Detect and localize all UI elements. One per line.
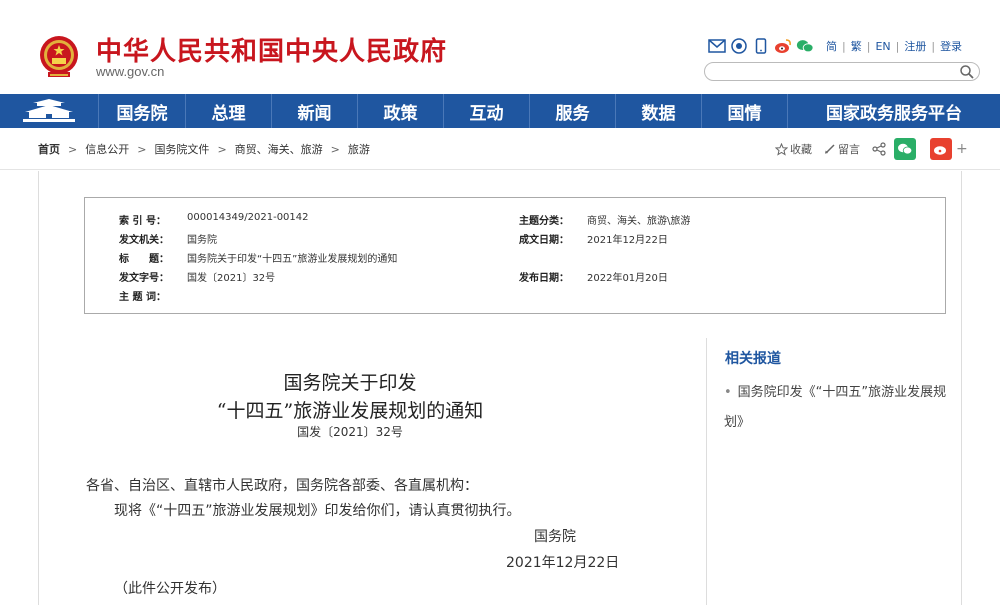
related-report-link[interactable]: • 国务院印发《“十四五”旅游业发展规划》 — [724, 378, 954, 438]
chevron-right-icon: > — [217, 142, 227, 156]
article-note: （此件公开发布） — [114, 581, 226, 597]
related-reports-title: 相关报道 — [725, 351, 781, 367]
tiananmen-icon[interactable] — [0, 94, 98, 128]
related-report-text[interactable]: 国务院印发《“十四五”旅游业发展规划》 — [724, 385, 946, 430]
meta-value: 国发〔2021〕32号 — [187, 273, 276, 284]
breadcrumb-council-documents[interactable]: 国务院文件 — [154, 141, 209, 157]
nav-item-national-info[interactable]: 国情 — [701, 94, 787, 128]
share-tools: 收藏 留言 + — [775, 138, 968, 160]
article-title-line1: 国务院关于印发 — [283, 372, 417, 394]
meta-title-row: 标 题： 国务院关于印发“十四五”旅游业发展规划的通知 — [119, 250, 397, 265]
weibo-share-button[interactable] — [930, 138, 952, 160]
meta-label: 发文机关： — [119, 235, 169, 246]
wechat-icon — [898, 143, 913, 155]
mail-icon[interactable] — [708, 38, 726, 54]
meta-label: 标 题： — [119, 254, 169, 265]
pencil-icon[interactable] — [824, 143, 836, 155]
login-link[interactable]: 登录 — [940, 38, 962, 54]
nav-item-data[interactable]: 数据 — [615, 94, 701, 128]
breadcrumb-bar: 首页 > 信息公开 > 国务院文件 > 商贸、海关、旅游 > 旅游 收藏 留言 … — [0, 128, 1000, 170]
article-signature: 国务院 — [534, 529, 576, 545]
more-share-icon[interactable]: + — [956, 141, 968, 157]
meta-keywords-row: 主 题 词： — [119, 288, 187, 303]
nav-item-services[interactable]: 服务 — [529, 94, 615, 128]
nav-item-premier[interactable]: 总理 — [185, 94, 271, 128]
article-body: 现将《“十四五”旅游业发展规划》印发给你们，请认真贯彻执行。 — [114, 503, 521, 519]
meta-label: 主题分类： — [519, 216, 569, 227]
app-icon[interactable] — [730, 38, 748, 54]
chevron-right-icon: > — [137, 142, 147, 156]
comment-label[interactable]: 留言 — [838, 141, 860, 157]
document-metadata: 索 引 号： 000014349/2021-00142 主题分类： 商贸、海关、… — [84, 197, 946, 314]
meta-label: 主 题 词： — [119, 292, 166, 303]
separator: | — [842, 39, 846, 53]
english-link[interactable]: EN — [875, 40, 890, 53]
site-title[interactable]: 中华人民共和国中央人民政府 — [96, 31, 447, 68]
nav-item-service-platform[interactable]: 国家政务服务平台 — [787, 94, 1000, 128]
chevron-right-icon: > — [330, 142, 340, 156]
meta-value: 000014349/2021-00142 — [187, 212, 309, 223]
nav-item-policy[interactable]: 政策 — [357, 94, 443, 128]
meta-value: 2021年12月22日 — [587, 235, 668, 246]
wechat-icon[interactable] — [796, 38, 814, 54]
meta-value: 2022年01月20日 — [587, 273, 668, 284]
weibo-icon[interactable] — [774, 38, 792, 54]
meta-label: 索 引 号： — [119, 216, 166, 227]
wechat-share-button[interactable] — [894, 138, 916, 160]
main-nav: 国务院 总理 新闻 政策 互动 服务 数据 国情 国家政务服务平台 — [0, 94, 1000, 128]
meta-docno-row: 发文字号： 国发〔2021〕32号 — [119, 269, 275, 284]
collect-label[interactable]: 收藏 — [790, 141, 812, 157]
meta-issuer-row: 发文机关： 国务院 — [119, 231, 217, 246]
article-doc-number: 国发〔2021〕32号 — [297, 425, 403, 439]
language-links: 简 | 繁 | EN | 注册 | 登录 — [826, 38, 962, 54]
separator: | — [866, 39, 871, 53]
meta-label: 成文日期： — [519, 235, 569, 246]
national-emblem-icon[interactable] — [38, 34, 80, 80]
traditional-link[interactable]: 繁 — [851, 38, 862, 54]
breadcrumb-home[interactable]: 首页 — [38, 141, 60, 157]
chevron-right-icon: > — [68, 142, 78, 156]
article-salutation: 各省、自治区、直辖市人民政府，国务院各部委、各直属机构： — [86, 478, 478, 494]
search-input[interactable] — [704, 62, 980, 81]
site-url[interactable]: www.gov.cn — [96, 64, 164, 79]
meta-date-row: 成文日期： 2021年12月22日 — [519, 231, 668, 246]
breadcrumb-trade-customs-tourism[interactable]: 商贸、海关、旅游 — [235, 141, 323, 157]
header-tools: 简 | 繁 | EN | 注册 | 登录 — [708, 37, 962, 55]
separator: | — [931, 39, 936, 53]
sidebar-divider — [706, 338, 707, 605]
star-icon[interactable] — [775, 142, 788, 156]
register-link[interactable]: 注册 — [904, 38, 926, 54]
meta-category-row: 主题分类： 商贸、海关、旅游\旅游 — [519, 212, 690, 227]
meta-label: 发布日期： — [519, 273, 569, 284]
bullet-icon: • — [724, 385, 732, 400]
simplified-link[interactable]: 简 — [826, 38, 837, 54]
nav-item-interaction[interactable]: 互动 — [443, 94, 529, 128]
article-title-line2: “十四五”旅游业发展规划的通知 — [216, 400, 484, 422]
separator: | — [895, 39, 900, 53]
site-header: 中华人民共和国中央人民政府 www.gov.cn 简 | 繁 | EN | 注册… — [0, 0, 1000, 94]
share-icon[interactable] — [872, 142, 886, 156]
meta-index-row: 索 引 号： 000014349/2021-00142 — [119, 212, 309, 227]
breadcrumb: 首页 > 信息公开 > 国务院文件 > 商贸、海关、旅游 > 旅游 — [38, 141, 370, 157]
search-icon[interactable] — [959, 64, 975, 80]
nav-item-state-council[interactable]: 国务院 — [98, 94, 185, 128]
meta-value: 商贸、海关、旅游\旅游 — [587, 216, 691, 227]
meta-label: 发文字号： — [119, 273, 169, 284]
meta-value: 国务院 — [187, 235, 217, 246]
breadcrumb-info-disclosure[interactable]: 信息公开 — [85, 141, 129, 157]
phone-icon[interactable] — [752, 38, 770, 54]
nav-item-news[interactable]: 新闻 — [271, 94, 357, 128]
article-sign-date: 2021年12月22日 — [506, 555, 620, 571]
breadcrumb-tourism[interactable]: 旅游 — [348, 141, 370, 157]
meta-pubdate-row: 发布日期： 2022年01月20日 — [519, 269, 668, 284]
meta-value: 国务院关于印发“十四五”旅游业发展规划的通知 — [187, 254, 398, 265]
weibo-icon — [934, 146, 946, 155]
